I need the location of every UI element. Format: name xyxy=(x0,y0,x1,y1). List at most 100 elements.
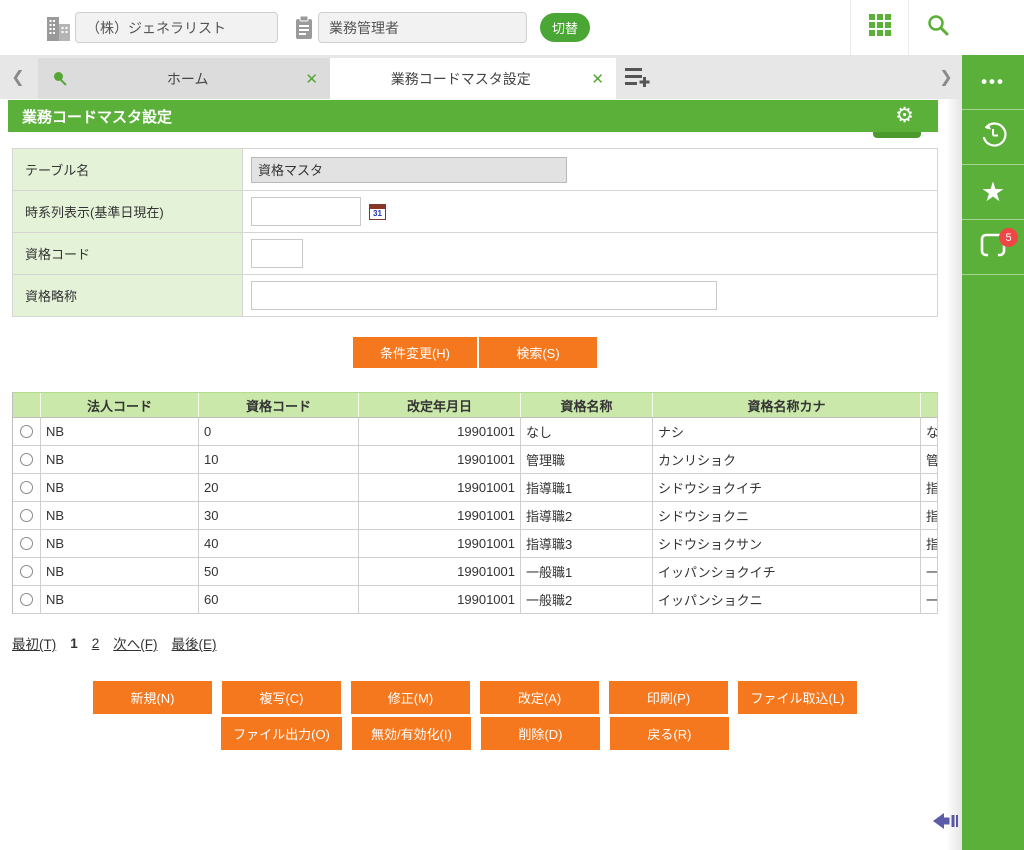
page-title: 業務コードマスタ設定 xyxy=(22,108,173,126)
file-import-button[interactable]: ファイル取込(L) xyxy=(738,681,857,714)
qualification-abbr-input[interactable] xyxy=(251,281,717,310)
app-window: 切替 ❮ ホーム ✕ xyxy=(0,0,1024,850)
cell-name: 管理職 xyxy=(521,446,653,473)
modify-button[interactable]: 修正(M) xyxy=(351,681,470,714)
table-row[interactable]: NB 50 19901001 一般職1 イッパンショクイチ 一 xyxy=(13,558,937,586)
sidebar-favorites-button[interactable]: ★ xyxy=(962,165,1024,220)
header-select xyxy=(13,393,41,417)
cell-date: 19901001 xyxy=(359,558,521,585)
settings-notch xyxy=(873,132,921,138)
notification-badge: 5 xyxy=(999,228,1018,247)
tab-scroll-right-button[interactable]: ❯ xyxy=(930,55,962,99)
content-edge-shadow xyxy=(946,99,962,850)
apps-grid-icon xyxy=(868,13,892,42)
cell-date: 19901001 xyxy=(359,586,521,613)
form-row-table-name: テーブル名 xyxy=(13,149,937,191)
table-row[interactable]: NB 30 19901001 指導職2 シドウショクニ 指 xyxy=(13,502,937,530)
change-condition-button[interactable]: 条件変更(H) xyxy=(353,337,477,368)
qualification-code-input[interactable] xyxy=(251,239,303,268)
tab-home[interactable]: ホーム ✕ xyxy=(38,58,330,99)
cell-corp: NB xyxy=(41,502,199,529)
gear-icon[interactable]: ⚙ xyxy=(895,103,914,128)
row-radio[interactable] xyxy=(20,425,33,438)
cell-corp: NB xyxy=(41,586,199,613)
switch-button[interactable]: 切替 xyxy=(540,13,590,42)
row-radio[interactable] xyxy=(20,565,33,578)
copy-button[interactable]: 複写(C) xyxy=(222,681,341,714)
table-header-row: 法人コード 資格コード 改定年月日 資格名称 資格名称カナ xyxy=(13,392,937,418)
search-submit-button[interactable]: 検索(S) xyxy=(479,337,597,368)
cell-clipped: 指 xyxy=(926,537,937,552)
role-input[interactable] xyxy=(318,12,527,43)
table-row[interactable]: NB 0 19901001 なし ナシ な xyxy=(13,418,937,446)
pagination-next-link[interactable]: 次へ(F) xyxy=(113,633,157,653)
qualification-code-label: 資格コード xyxy=(13,233,243,274)
cell-corp: NB xyxy=(41,530,199,557)
disable-enable-button[interactable]: 無効/有効化(I) xyxy=(351,717,471,750)
cell-name: 指導職1 xyxy=(521,474,653,501)
search-button-row: 条件変更(H) 検索(S) xyxy=(12,337,938,368)
pin-icon xyxy=(52,70,70,88)
action-button-row-2: ファイル出力(O) 無効/有効化(I) 削除(D) 戻る(R) xyxy=(12,717,938,750)
chevron-right-icon: ❯ xyxy=(939,69,953,86)
pagination: 最初(T) 1 2 次へ(F) 最後(E) xyxy=(12,633,217,653)
form-row-qualification-code: 資格コード xyxy=(13,233,937,275)
revise-button[interactable]: 改定(A) xyxy=(480,681,599,714)
row-radio[interactable] xyxy=(20,481,33,494)
file-export-button[interactable]: ファイル出力(O) xyxy=(221,717,342,750)
pagination-last-link[interactable]: 最後(E) xyxy=(172,633,217,653)
search-button[interactable] xyxy=(908,0,966,55)
company-input[interactable] xyxy=(75,12,278,43)
table-row[interactable]: NB 10 19901001 管理職 カンリショク 管 xyxy=(13,446,937,474)
print-button[interactable]: 印刷(P) xyxy=(609,681,728,714)
cell-kana: イッパンショクニ xyxy=(653,586,921,613)
tab-active-close-icon[interactable]: ✕ xyxy=(591,70,604,88)
form-row-qualification-abbr: 資格略称 xyxy=(13,275,937,317)
cell-date: 19901001 xyxy=(359,502,521,529)
pagination-first-link[interactable]: 最初(T) xyxy=(12,633,56,653)
cell-kana: シドウショクニ xyxy=(653,502,921,529)
back-button[interactable]: 戻る(R) xyxy=(609,717,729,750)
cell-code: 60 xyxy=(199,586,359,613)
tab-home-close-icon[interactable]: ✕ xyxy=(305,70,318,88)
table-name-label: テーブル名 xyxy=(13,149,243,190)
header-revision-date: 改定年月日 xyxy=(359,393,521,417)
cell-corp: NB xyxy=(41,418,199,445)
cell-kana: カンリショク xyxy=(653,446,921,473)
search-condition-form: テーブル名 時系列表示(基準日現在) 31 資格コード 資格略称 xyxy=(12,148,938,317)
tab-bar: ❮ ホーム ✕ 業務コードマスタ設定 ✕ xyxy=(0,55,962,99)
company-building-icon xyxy=(46,15,72,47)
delete-button[interactable]: 削除(D) xyxy=(480,717,600,750)
cell-date: 19901001 xyxy=(359,418,521,445)
row-radio[interactable] xyxy=(20,593,33,606)
tab-home-label: ホーム xyxy=(166,70,209,87)
cell-clipped: な xyxy=(926,425,937,440)
tab-scroll-left-button[interactable]: ❮ xyxy=(0,55,36,99)
cell-code: 20 xyxy=(199,474,359,501)
row-radio[interactable] xyxy=(20,537,33,550)
apps-grid-button[interactable] xyxy=(850,0,908,55)
header-clipped-column xyxy=(921,393,937,417)
pagination-page-2-link[interactable]: 2 xyxy=(92,636,100,651)
tab-business-code-master[interactable]: 業務コードマスタ設定 ✕ xyxy=(330,58,616,99)
sidebar-history-button[interactable] xyxy=(962,110,1024,165)
results-table: 法人コード 資格コード 改定年月日 資格名称 資格名称カナ NB 0 19901… xyxy=(12,392,938,614)
cell-kana: ナシ xyxy=(653,418,921,445)
row-radio[interactable] xyxy=(20,453,33,466)
table-row[interactable]: NB 60 19901001 一般職2 イッパンショクニ 一 xyxy=(13,586,937,614)
new-button[interactable]: 新規(N) xyxy=(93,681,212,714)
add-tab-button[interactable] xyxy=(624,65,650,94)
calendar-icon[interactable]: 31 xyxy=(369,203,386,220)
star-icon: ★ xyxy=(980,176,1006,207)
base-date-input[interactable] xyxy=(251,197,361,226)
scroll-left-arrow-icon[interactable] xyxy=(933,812,960,835)
row-radio[interactable] xyxy=(20,509,33,522)
sidebar-more-button[interactable]: ••• xyxy=(962,55,1024,110)
table-row[interactable]: NB 20 19901001 指導職1 シドウショクイチ 指 xyxy=(13,474,937,502)
cell-clipped: 指 xyxy=(926,509,937,524)
cell-code: 50 xyxy=(199,558,359,585)
header-corp-code: 法人コード xyxy=(41,393,199,417)
sidebar-notifications-button[interactable]: 5 xyxy=(962,220,1024,275)
table-row[interactable]: NB 40 19901001 指導職3 シドウショクサン 指 xyxy=(13,530,937,558)
table-name-field xyxy=(251,156,567,183)
